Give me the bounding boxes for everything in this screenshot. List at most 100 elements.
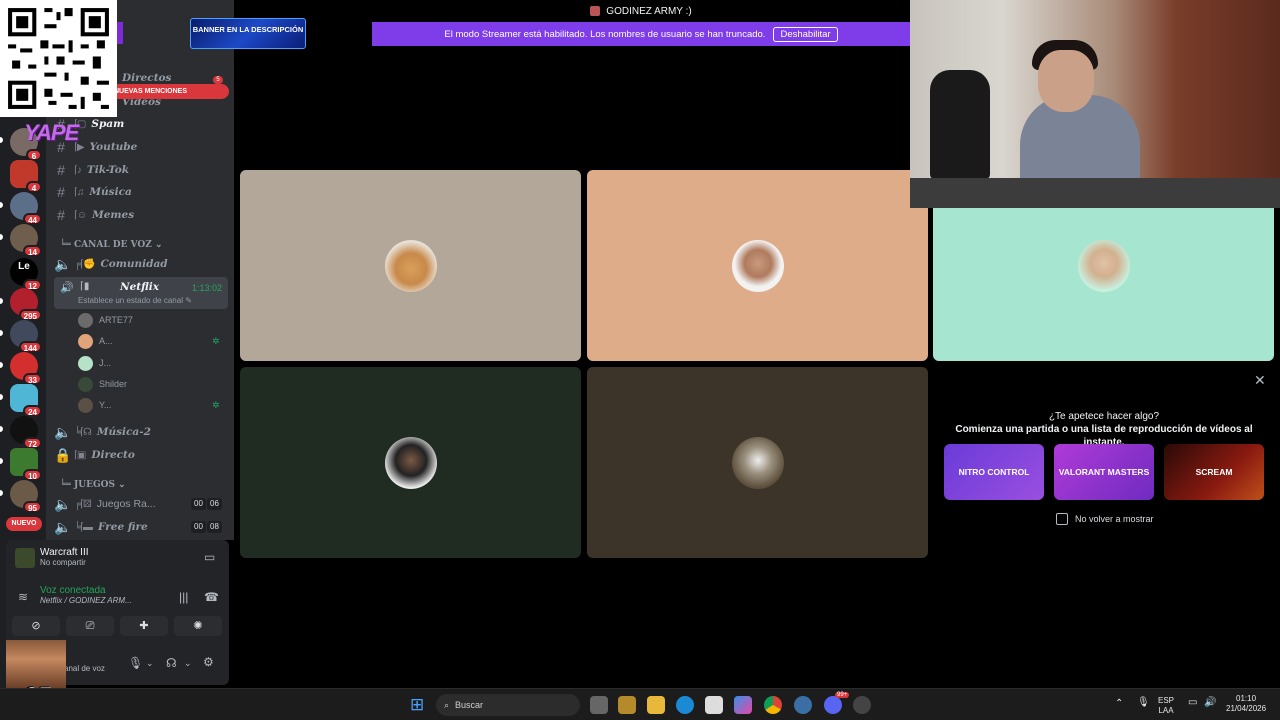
voice-user[interactable]: A...: [78, 332, 113, 350]
language-indicator[interactable]: ESP LAA: [1158, 696, 1174, 716]
mention-count-badge: 5: [213, 76, 223, 84]
category-juegos[interactable]: ╘═ JUEGOS ⌄: [60, 480, 126, 490]
windows-start-icon[interactable]: ⊞: [410, 696, 428, 714]
speaker-icon: 🔈: [54, 495, 72, 512]
app-icon[interactable]: [853, 696, 871, 714]
avatar: [78, 333, 93, 349]
banner-overlay: BANNER EN LA DESCRIPCIÓN: [190, 18, 306, 49]
chair-shape: [930, 70, 990, 180]
activity-info: Warcraft III No compartir: [40, 547, 89, 567]
server-icon[interactable]: 144: [10, 320, 42, 353]
channel-emoji-icon: ⌈♪: [74, 164, 82, 176]
voice-channel-comunidad[interactable]: 🔈 ╒⌈✊ Comunidad: [54, 254, 230, 274]
discord-icon[interactable]: [824, 696, 842, 714]
voice-user[interactable]: J...: [78, 354, 111, 372]
voice-connection[interactable]: Voz conectada Netflix / GODINEZ ARM...: [40, 585, 132, 605]
screen-share-icon[interactable]: ▭: [204, 550, 215, 564]
channel-musica[interactable]: # ⌈♫ Música: [54, 182, 230, 202]
channel-name: Netflix: [120, 281, 160, 293]
activity-question: ¿Te apetece hacer algo?: [1048, 411, 1160, 422]
network-icon[interactable]: ▭: [1188, 698, 1197, 708]
chevron-down-icon: ⌄: [151, 240, 163, 250]
voice-user[interactable]: Shilder: [78, 375, 127, 393]
microphone-tray-icon[interactable]: 🎙: [1137, 698, 1150, 708]
voice-user[interactable]: ARTE77: [78, 311, 133, 329]
server-icon[interactable]: 10: [10, 448, 42, 481]
checkbox-label: No volver a mostrar: [1075, 514, 1154, 524]
file-explorer-icon[interactable]: [647, 696, 665, 714]
task-view-icon[interactable]: [590, 696, 608, 714]
avatar: [78, 355, 93, 371]
speaker-icon: 🔈: [54, 423, 72, 440]
server-icon[interactable]: 295: [10, 288, 42, 321]
lang-bottom: LAA: [1158, 706, 1174, 715]
channel-youtube[interactable]: # ⌈▶ Youtube: [54, 137, 230, 157]
server-badge: 14: [23, 245, 42, 257]
screen: 6 4 44 14 Le 12 295 144 33 24 72 10 95 NU…: [0, 0, 1280, 720]
voice-user[interactable]: Y...: [78, 396, 111, 414]
hash-icon: #: [57, 162, 65, 178]
server-icon[interactable]: 14: [10, 224, 42, 257]
obs-icon[interactable]: [794, 696, 812, 714]
participant-tile[interactable]: [587, 367, 928, 558]
chevron-down-icon[interactable]: ⌄: [184, 658, 192, 669]
activity-card[interactable]: VALORANT MASTERS: [1054, 444, 1154, 500]
snipping-tool-icon[interactable]: [705, 696, 723, 714]
participant-tile[interactable]: [240, 170, 581, 361]
search-box[interactable]: ⌕ Buscar: [436, 694, 580, 716]
server-icon[interactable]: 72: [10, 416, 42, 449]
server-icon[interactable]: 4: [10, 160, 42, 193]
server-icon[interactable]: 33: [10, 352, 42, 385]
volume-icon[interactable]: 🔊: [1204, 698, 1216, 708]
close-icon[interactable]: ✕: [1254, 372, 1266, 389]
copilot-icon[interactable]: [734, 696, 752, 714]
server-indicator: [0, 137, 3, 143]
meme-overlay-image: [6, 640, 66, 688]
voice-channel-netflix-active[interactable]: 🔊 ⌈▮ Netflix 1:13:02 Establece un estado…: [54, 277, 228, 309]
camera-off-button[interactable]: ⊘: [12, 616, 60, 636]
clock[interactable]: 01:10 21/04/2026: [1226, 694, 1266, 714]
user-name: Y...: [99, 400, 112, 410]
chevron-down-icon[interactable]: ⌄: [146, 658, 154, 669]
category-decoration: ╘═: [60, 240, 74, 250]
disconnect-icon[interactable]: ☎: [204, 590, 219, 604]
channel-name: Música-2: [96, 426, 151, 438]
channel-emoji-icon: ╒⌈⚄: [74, 498, 92, 510]
participant-tile[interactable]: [587, 170, 928, 361]
edge-icon[interactable]: [676, 696, 694, 714]
dont-show-again-checkbox[interactable]: [1056, 513, 1068, 525]
warcraft-icon: [15, 548, 35, 568]
activities-button[interactable]: ✚: [120, 616, 168, 636]
soundboard-button[interactable]: ✺: [174, 616, 222, 636]
share-screen-button[interactable]: ⎚: [66, 616, 114, 636]
new-unreads-pill[interactable]: NUEVO: [6, 517, 42, 531]
server-icon[interactable]: 44: [10, 192, 42, 225]
channel-name: Directo: [91, 449, 135, 461]
channel-memes[interactable]: # ⌈☺ Memes: [54, 205, 230, 225]
server-icon[interactable]: Le 12: [10, 258, 42, 291]
gear-icon[interactable]: ⚙: [203, 655, 214, 669]
warcraft-app-icon[interactable]: [618, 696, 636, 714]
server-icon[interactable]: 95: [10, 480, 42, 513]
qr-code: [0, 0, 117, 117]
set-status-label: Establece un estado de canal: [78, 296, 183, 305]
microphone-icon[interactable]: 🎙: [128, 656, 143, 670]
headphones-icon[interactable]: ☊: [166, 656, 177, 670]
server-icon[interactable]: 24: [10, 384, 42, 417]
activity-card[interactable]: SCREAM: [1164, 444, 1264, 500]
server-title: GODINEZ ARMY :): [606, 5, 692, 17]
channel-tiktok[interactable]: # ⌈♪ Tik-Tok: [54, 160, 230, 180]
activity-card[interactable]: NITRO CONTROL: [944, 444, 1044, 500]
disable-streamer-button[interactable]: Deshabilitar: [773, 26, 838, 42]
noise-suppression-icon[interactable]: |||: [179, 590, 188, 604]
voice-channel-name: Netflix / GODINEZ ARM...: [40, 596, 132, 605]
chevron-up-icon[interactable]: ⌃: [1115, 699, 1123, 709]
avatar: [731, 239, 784, 292]
chrome-icon[interactable]: [764, 696, 782, 714]
set-channel-status[interactable]: Establece un estado de canal ✎: [78, 296, 192, 305]
activity-card-label: VALORANT MASTERS: [1058, 467, 1150, 477]
participant-tile[interactable]: [240, 367, 581, 558]
category-canal-de-voz[interactable]: ╘═ CANAL DE VOZ ⌄: [60, 240, 163, 250]
voice-channel-directo[interactable]: 🔒 ⌈▣ Directo: [54, 445, 230, 465]
voice-channel-musica-2[interactable]: 🔈 ╘⌈☊ Música-2: [54, 422, 230, 442]
